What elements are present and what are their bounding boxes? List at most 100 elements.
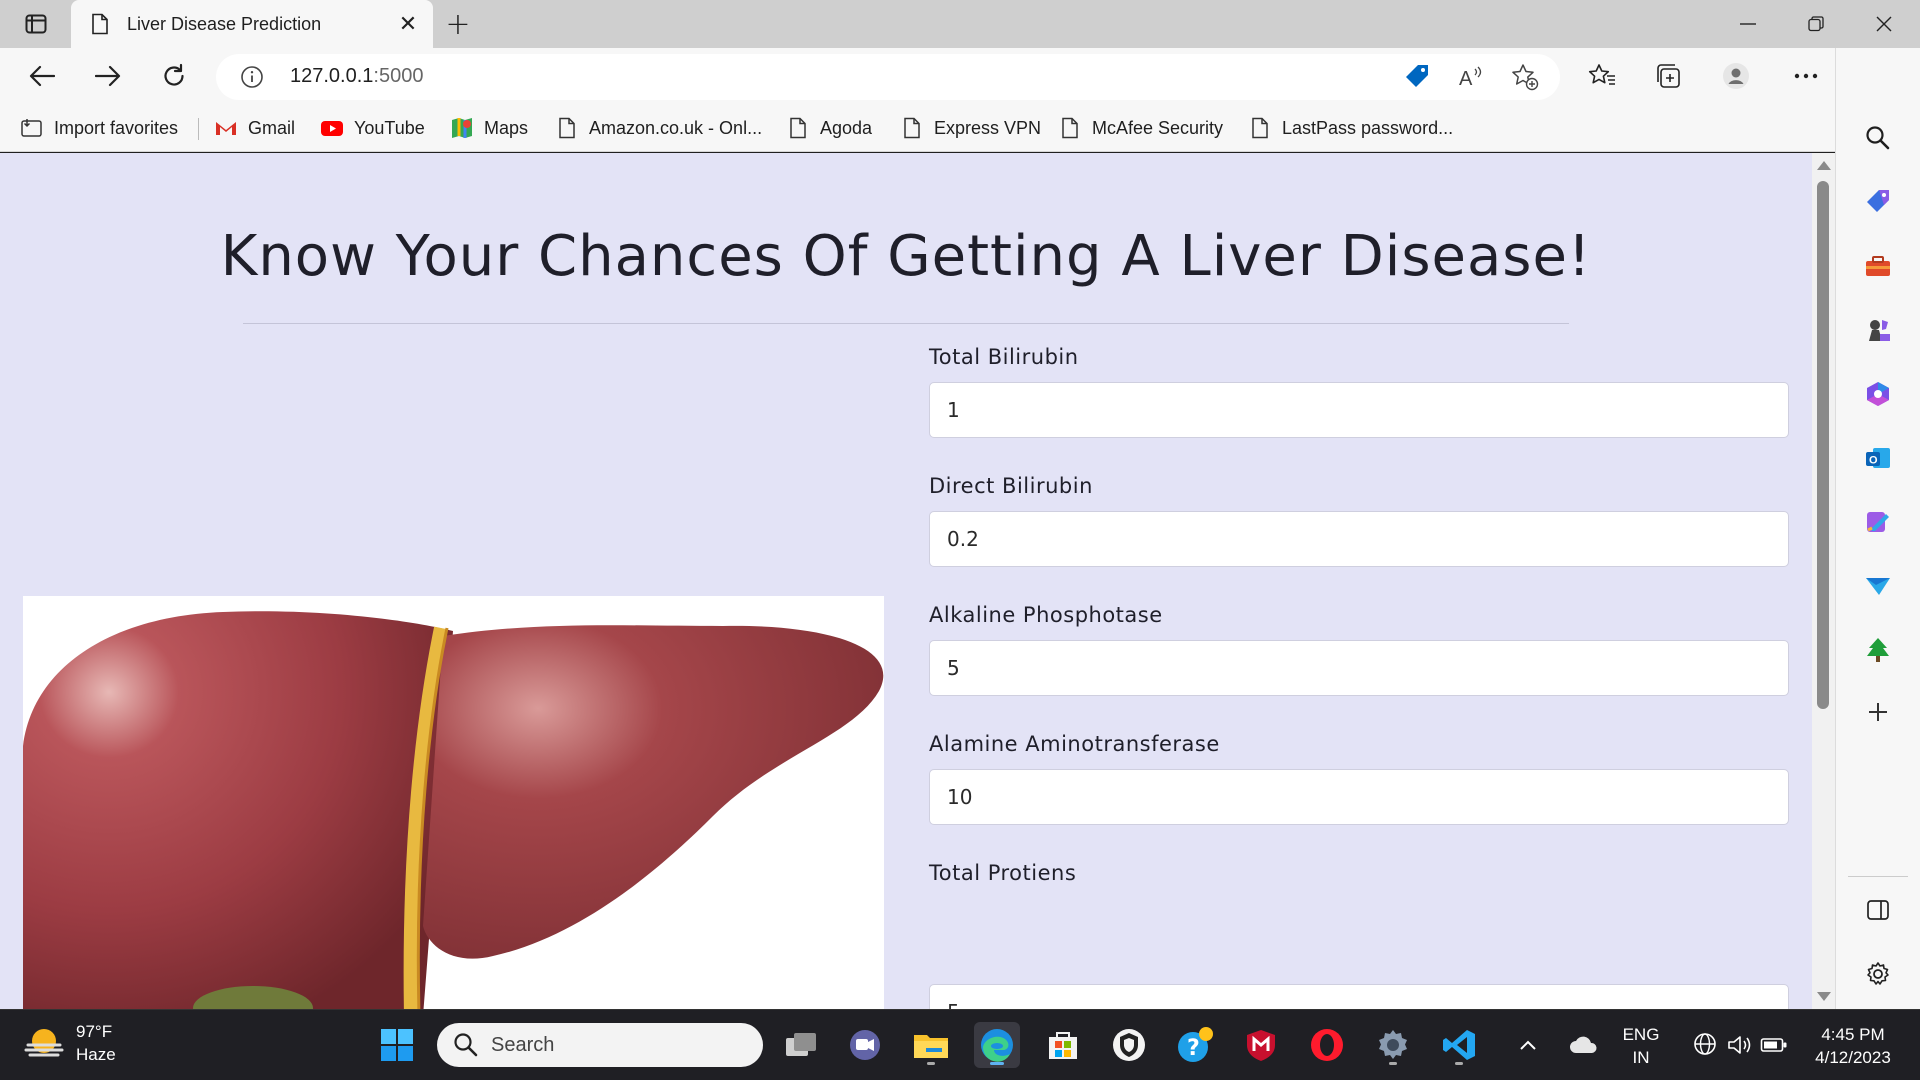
sidebar-hide-button[interactable] xyxy=(1858,890,1898,930)
refresh-button[interactable] xyxy=(154,56,194,96)
page-icon xyxy=(900,116,924,140)
file-explorer-button[interactable] xyxy=(908,1022,954,1068)
alkaline-phosphotase-label: Alkaline Phosphotase xyxy=(929,603,1163,627)
collections-icon xyxy=(1657,64,1680,88)
language-indicator[interactable]: ENG IN xyxy=(1616,1023,1666,1069)
alamine-aminotransferase-input[interactable] xyxy=(929,769,1789,825)
direct-bilirubin-input[interactable] xyxy=(929,511,1789,567)
back-button[interactable] xyxy=(22,56,62,96)
back-arrow-icon xyxy=(29,65,55,87)
favorites-button[interactable] xyxy=(1582,56,1622,96)
add-favorite-icon[interactable] xyxy=(1510,62,1540,92)
edge-browser-button[interactable] xyxy=(974,1022,1020,1068)
sidebar-microsoft365-button[interactable] xyxy=(1858,374,1898,414)
mcafee-button[interactable] xyxy=(1238,1022,1284,1068)
vscode-button[interactable] xyxy=(1436,1022,1482,1068)
restore-button[interactable] xyxy=(1782,0,1850,48)
microsoft-store-button[interactable] xyxy=(1040,1022,1086,1068)
favorite-express-vpn[interactable]: Express VPN xyxy=(900,114,1041,142)
total-bilirubin-label: Total Bilirubin xyxy=(929,345,1079,369)
favorite-agoda[interactable]: Agoda xyxy=(786,114,872,142)
help-app-button[interactable]: ? xyxy=(1172,1022,1218,1068)
edge-sidebar: O xyxy=(1835,48,1920,1009)
sidebar-divider xyxy=(1848,876,1908,877)
favorites-icon xyxy=(1588,64,1615,85)
sidebar-games-button[interactable] xyxy=(1858,310,1898,350)
favorite-maps[interactable]: Maps xyxy=(450,114,528,142)
system-tray-quick-settings[interactable] xyxy=(1680,1022,1800,1068)
sidebar-search-button[interactable] xyxy=(1858,118,1898,158)
scroll-down-arrow-icon[interactable] xyxy=(1817,992,1831,1001)
sidebar-tree-button[interactable] xyxy=(1858,630,1898,670)
gear-icon xyxy=(1867,962,1889,985)
sidebar-shopping-button[interactable] xyxy=(1858,182,1898,222)
opera-button[interactable] xyxy=(1304,1022,1350,1068)
gear-icon xyxy=(1379,1030,1407,1059)
favorite-import-favorites[interactable]: Import favorites xyxy=(20,114,178,142)
show-hidden-icons-button[interactable] xyxy=(1513,1022,1543,1068)
favorite-mcafee-security[interactable]: McAfee Security xyxy=(1058,114,1223,142)
alamine-aminotransferase-label: Alamine Aminotransferase xyxy=(929,732,1220,756)
svg-text:?: ? xyxy=(1187,1036,1200,1061)
mcafee-shield-icon xyxy=(1247,1030,1275,1061)
taskbar-search-box[interactable]: Search xyxy=(437,1023,763,1067)
total-protiens-label: Total Protiens xyxy=(929,861,1077,885)
clock[interactable]: 4:45 PM 4/12/2023 xyxy=(1800,1023,1906,1069)
total-protiens-input[interactable] xyxy=(929,984,1789,1009)
favorite-gmail[interactable]: Gmail xyxy=(214,114,295,142)
sidebar-toggle-icon xyxy=(1867,900,1889,920)
scroll-up-arrow-icon[interactable] xyxy=(1817,161,1831,170)
settings-app-button[interactable] xyxy=(1370,1022,1416,1068)
edge-browser-icon xyxy=(981,1029,1013,1062)
profile-button[interactable] xyxy=(1716,56,1756,96)
close-window-button[interactable] xyxy=(1850,0,1918,48)
chess-piece-icon xyxy=(1869,320,1890,341)
minimize-button[interactable] xyxy=(1714,0,1782,48)
collections-button[interactable] xyxy=(1648,56,1688,96)
svg-text:O: O xyxy=(1869,455,1878,467)
scrollbar-thumb[interactable] xyxy=(1817,181,1829,709)
import-favorites-icon xyxy=(20,116,44,140)
sidebar-outlook-button[interactable]: O xyxy=(1858,438,1898,478)
total-bilirubin-input[interactable] xyxy=(929,382,1789,438)
weather-description: Haze xyxy=(76,1045,116,1064)
toolbox-icon xyxy=(1866,256,1890,276)
address-bar[interactable]: 127.0.0.1:5000 A xyxy=(216,54,1560,100)
onedrive-button[interactable] xyxy=(1562,1022,1604,1068)
svg-text:A: A xyxy=(1459,68,1473,89)
sidebar-add-button[interactable] xyxy=(1858,692,1898,732)
sidebar-settings-button[interactable] xyxy=(1858,954,1898,994)
tab-actions-icon xyxy=(25,14,47,34)
shopping-tag-icon[interactable] xyxy=(1402,62,1432,92)
title-bar: Liver Disease Prediction ✕ + xyxy=(0,0,1920,48)
clock-date: 4/12/2023 xyxy=(1815,1048,1891,1067)
new-tab-button[interactable]: + xyxy=(440,6,476,42)
sidebar-tools-button[interactable] xyxy=(1858,246,1898,286)
maps-icon xyxy=(450,116,474,140)
alkaline-phosphotase-input[interactable] xyxy=(929,640,1789,696)
vpn-app-button[interactable] xyxy=(1106,1022,1152,1068)
forward-arrow-icon xyxy=(95,65,121,87)
read-aloud-icon[interactable]: A xyxy=(1456,62,1486,92)
tab-actions-button[interactable] xyxy=(14,8,58,40)
settings-more-button[interactable] xyxy=(1786,56,1826,96)
more-options-icon xyxy=(1794,73,1818,79)
favorite-amazon[interactable]: Amazon.co.uk - Onl... xyxy=(555,114,762,142)
page-scrollbar[interactable] xyxy=(1812,153,1835,1009)
teams-chat-button[interactable] xyxy=(842,1022,888,1068)
page-viewport: Know Your Chances Of Getting A Liver Dis… xyxy=(0,153,1812,1009)
sidebar-designer-button[interactable] xyxy=(1858,502,1898,542)
favorite-lastpass[interactable]: LastPass password... xyxy=(1248,114,1453,142)
sidebar-send-button[interactable] xyxy=(1858,566,1898,606)
start-button[interactable] xyxy=(374,1022,420,1068)
close-tab-icon[interactable]: ✕ xyxy=(391,7,425,41)
task-view-button[interactable] xyxy=(778,1022,824,1068)
favorite-youtube[interactable]: YouTube xyxy=(320,114,425,142)
forward-button[interactable] xyxy=(88,56,128,96)
opera-icon xyxy=(1311,1029,1343,1061)
vscode-icon xyxy=(1443,1030,1475,1060)
site-info-icon[interactable] xyxy=(240,65,264,89)
active-tab[interactable]: Liver Disease Prediction ✕ xyxy=(71,0,433,48)
weather-widget[interactable]: 97°F Haze xyxy=(24,1020,116,1066)
running-indicator xyxy=(1455,1062,1463,1065)
